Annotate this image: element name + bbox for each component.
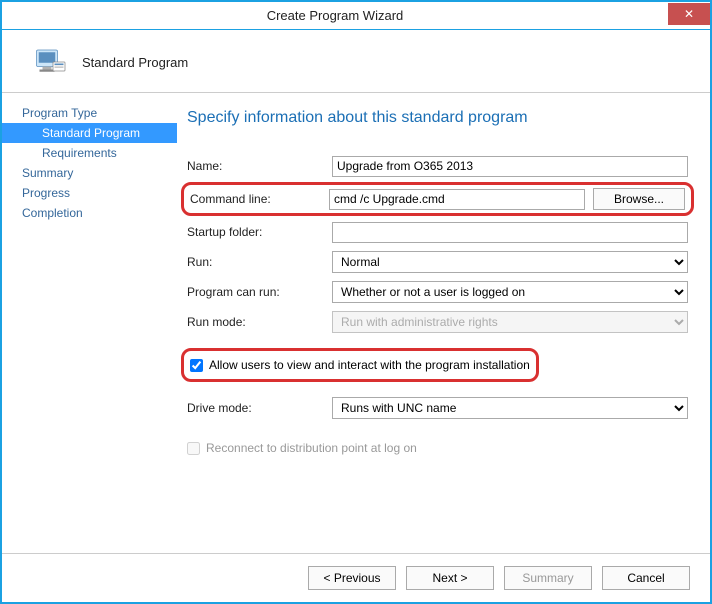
row-run: Run: Normal (187, 251, 688, 273)
input-startup-folder[interactable] (332, 222, 688, 243)
sidebar-item-requirements[interactable]: Requirements (2, 143, 177, 163)
summary-button: Summary (504, 566, 592, 590)
titlebar: Create Program Wizard ✕ (2, 2, 710, 30)
sidebar-item-label: Summary (22, 166, 73, 180)
highlight-command-line: Command line: Browse... (181, 182, 694, 216)
header: Standard Program (2, 30, 710, 92)
label-command-line: Command line: (190, 192, 329, 206)
checkbox-allow-interact[interactable] (190, 359, 203, 372)
footer: < Previous Next > Summary Cancel (2, 553, 710, 602)
sidebar-item-completion[interactable]: Completion (2, 203, 177, 223)
select-run[interactable]: Normal (332, 251, 688, 273)
sidebar-item-progress[interactable]: Progress (2, 183, 177, 203)
sidebar-item-label: Requirements (42, 146, 117, 160)
input-command-line[interactable] (329, 189, 585, 210)
label-drive-mode: Drive mode: (187, 401, 332, 415)
wizard-window: Create Program Wizard ✕ Standard Program… (0, 0, 712, 604)
close-icon: ✕ (684, 7, 694, 21)
row-command-line: Command line: Browse... (190, 188, 685, 210)
label-allow-interact: Allow users to view and interact with th… (209, 358, 530, 372)
row-name: Name: (187, 155, 688, 177)
sidebar: Program Type Standard Program Requiremen… (2, 93, 177, 553)
sidebar-item-label: Standard Program (42, 126, 140, 140)
label-name: Name: (187, 159, 332, 173)
highlight-allow-interact: Allow users to view and interact with th… (181, 348, 539, 382)
input-name[interactable] (332, 156, 688, 177)
sidebar-item-standard-program[interactable]: Standard Program (2, 123, 177, 143)
sidebar-item-label: Progress (22, 186, 70, 200)
titlebar-title: Create Program Wizard (2, 8, 668, 23)
checkbox-reconnect (187, 442, 200, 455)
header-title: Standard Program (82, 55, 188, 70)
content: Specify information about this standard … (177, 93, 710, 553)
select-run-mode: Run with administrative rights (332, 311, 688, 333)
row-allow-interact: Allow users to view and interact with th… (190, 354, 530, 376)
row-program-can-run: Program can run: Whether or not a user i… (187, 281, 688, 303)
row-drive-mode: Drive mode: Runs with UNC name (187, 397, 688, 419)
label-reconnect: Reconnect to distribution point at log o… (206, 441, 417, 455)
next-button[interactable]: Next > (406, 566, 494, 590)
cancel-button[interactable]: Cancel (602, 566, 690, 590)
sidebar-item-label: Completion (22, 206, 83, 220)
close-button[interactable]: ✕ (668, 3, 710, 25)
label-run: Run: (187, 255, 332, 269)
previous-button[interactable]: < Previous (308, 566, 396, 590)
select-program-can-run[interactable]: Whether or not a user is logged on (332, 281, 688, 303)
sidebar-item-summary[interactable]: Summary (2, 163, 177, 183)
program-icon (32, 44, 68, 80)
label-program-can-run: Program can run: (187, 285, 332, 299)
label-startup-folder: Startup folder: (187, 225, 332, 239)
sidebar-item-label: Program Type (22, 106, 97, 120)
label-run-mode: Run mode: (187, 315, 332, 329)
row-startup-folder: Startup folder: (187, 221, 688, 243)
browse-button[interactable]: Browse... (593, 188, 685, 210)
page-title: Specify information about this standard … (187, 109, 688, 127)
row-run-mode: Run mode: Run with administrative rights (187, 311, 688, 333)
select-drive-mode[interactable]: Runs with UNC name (332, 397, 688, 419)
body: Program Type Standard Program Requiremen… (2, 92, 710, 553)
row-reconnect: Reconnect to distribution point at log o… (187, 437, 688, 459)
sidebar-item-program-type[interactable]: Program Type (2, 103, 177, 123)
